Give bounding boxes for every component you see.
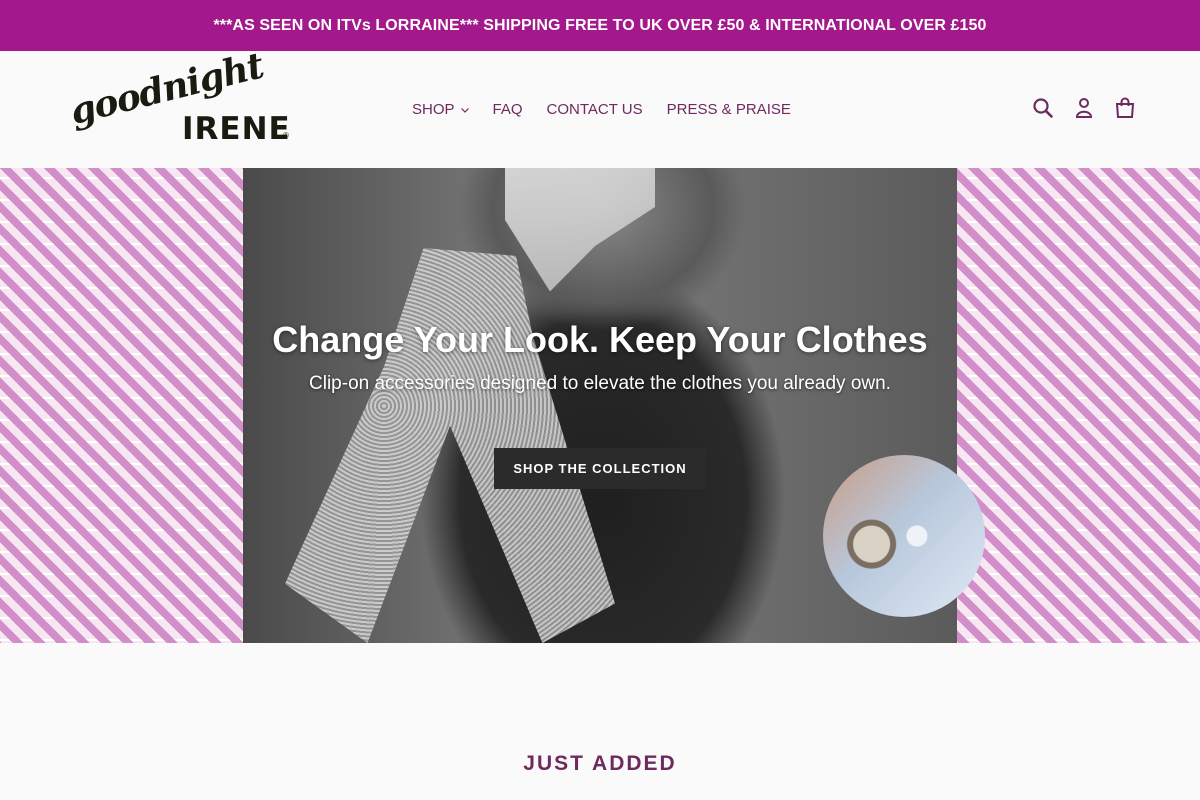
nav-item-faq[interactable]: FAQ <box>481 99 535 119</box>
hero-subtitle: Clip-on accessories designed to elevate … <box>309 373 891 394</box>
chevron-down-icon <box>460 105 469 115</box>
nav-item-label: SHOP <box>412 100 455 118</box>
announcement-text: ***AS SEEN ON ITVs LORRAINE*** SHIPPING … <box>213 16 987 34</box>
header-icons <box>1032 97 1136 119</box>
nav-item-shop[interactable]: SHOP <box>400 99 481 119</box>
section-title: JUST ADDED <box>523 752 677 775</box>
hero-clip-detail-image <box>823 455 985 617</box>
cart-icon[interactable] <box>1114 97 1136 119</box>
nav-item-press-praise[interactable]: PRESS & PRAISE <box>655 99 803 119</box>
logo-main-text: IRENE <box>182 111 291 147</box>
site-header: goodnight IRENE ® SHOP FAQ CONTACT US PR… <box>0 45 1200 168</box>
nav-item-label: FAQ <box>492 100 523 118</box>
nav-item-contact-us[interactable]: CONTACT US <box>535 99 655 119</box>
hero-title: Change Your Look. Keep Your Clothes <box>272 319 928 360</box>
nav-item-label: PRESS & PRAISE <box>666 100 791 118</box>
announcement-bar: ***AS SEEN ON ITVs LORRAINE*** SHIPPING … <box>0 0 1200 51</box>
shop-collection-button[interactable]: SHOP THE COLLECTION <box>494 448 706 489</box>
nav-item-label: CONTACT US <box>546 100 643 118</box>
search-icon[interactable] <box>1032 97 1054 119</box>
site-logo[interactable]: goodnight IRENE ® <box>66 45 294 155</box>
main-nav: SHOP FAQ CONTACT US PRESS & PRAISE <box>400 99 803 119</box>
hero-banner: Change Your Look. Keep Your Clothes Clip… <box>0 168 1200 643</box>
logo-registered-mark: ® <box>283 131 289 140</box>
account-icon[interactable] <box>1074 97 1094 119</box>
